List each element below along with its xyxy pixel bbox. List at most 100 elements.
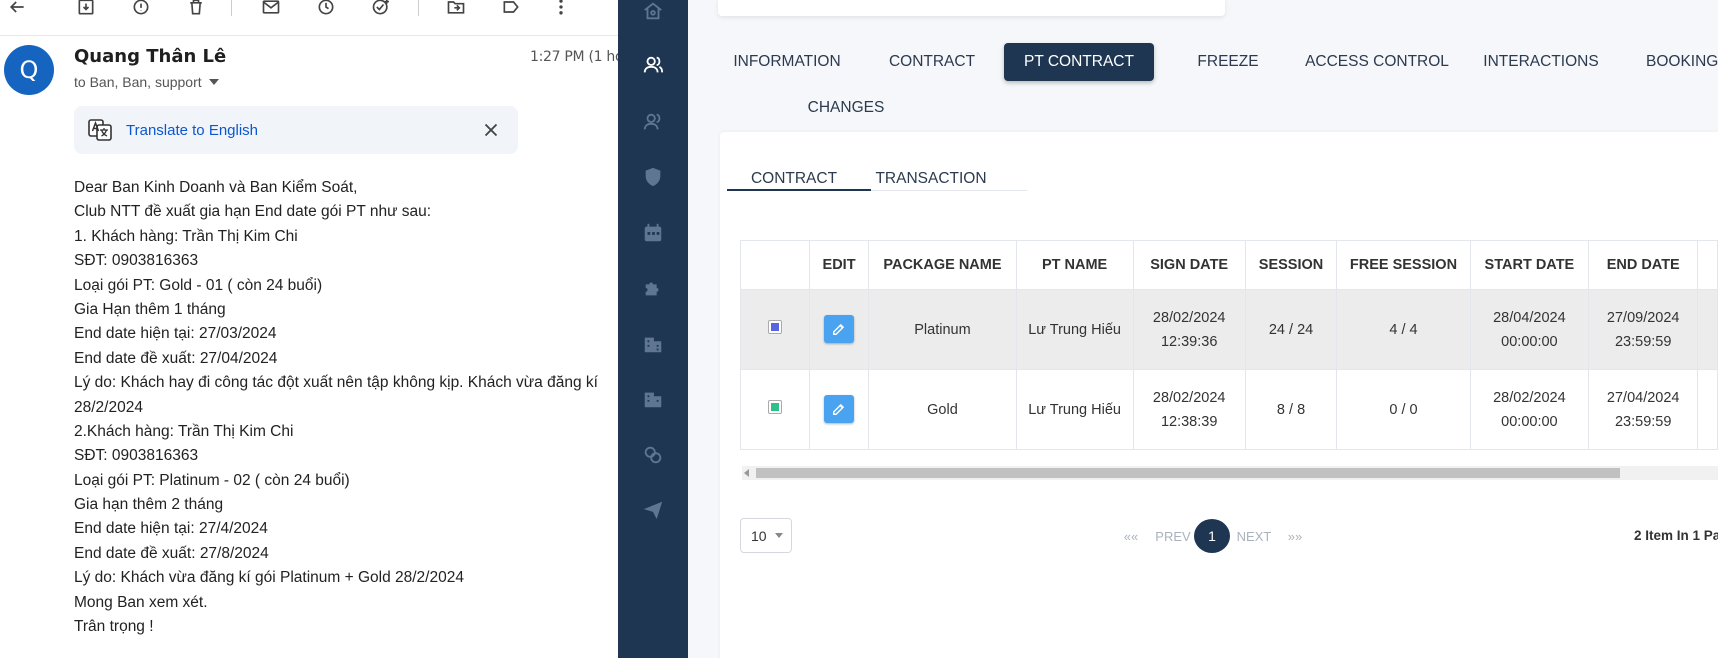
recipients[interactable]: to Ban, Ban, support bbox=[74, 74, 219, 90]
home-icon[interactable] bbox=[640, 0, 666, 24]
start-time: 00:00:00 bbox=[1501, 333, 1558, 350]
mark-unread-icon[interactable] bbox=[258, 0, 284, 20]
body-line: Lý do: Khách hay đi công tác đột xuất nê… bbox=[74, 374, 598, 392]
tab-pt-contract[interactable]: PT CONTRACT bbox=[1004, 43, 1154, 81]
body-line: End date đề xuất: 27/8/2024 bbox=[74, 544, 269, 562]
sign-date-cell: 28/02/2024 12:39:36 bbox=[1132, 289, 1246, 370]
free-session-cell: 0 / 0 bbox=[1336, 369, 1471, 450]
edit-button[interactable] bbox=[824, 395, 855, 423]
end-time: 23:59:59 bbox=[1614, 333, 1672, 350]
body-line: 1. Khách hàng: Trần Thị Kim Chi bbox=[74, 227, 298, 245]
end-time: 23:59:59 bbox=[1614, 413, 1672, 430]
col-header-pt-name[interactable]: PT NAME bbox=[1015, 240, 1134, 290]
chevron-down-icon[interactable] bbox=[208, 79, 219, 85]
tab-interactions[interactable]: INTERACTIONS bbox=[1481, 43, 1601, 81]
row-color-checkbox[interactable] bbox=[767, 319, 782, 334]
delete-icon[interactable] bbox=[183, 0, 209, 20]
body-line: Loại gói PT: Gold - 01 ( còn 24 buổi) bbox=[74, 276, 323, 294]
body-line: Gia hạn thêm 2 tháng bbox=[74, 496, 224, 514]
sender-name[interactable]: Quang Thân Lê bbox=[74, 46, 226, 67]
col-header-sign-date[interactable]: SIGN DATE bbox=[1132, 240, 1246, 290]
col-header-overflow bbox=[1697, 240, 1718, 290]
subtab-contract[interactable]: CONTRACT bbox=[750, 158, 838, 200]
col-header-end-date[interactable]: END DATE bbox=[1588, 240, 1699, 290]
staff-icon[interactable] bbox=[640, 109, 666, 135]
body-line: End date hiện tại: 27/03/2024 bbox=[74, 325, 277, 343]
color-cell[interactable] bbox=[740, 289, 810, 370]
avatar[interactable]: Q bbox=[4, 45, 54, 95]
start-date-cell: 28/04/2024 00:00:00 bbox=[1469, 289, 1590, 370]
col-header-free-session[interactable]: FREE SESSION bbox=[1336, 240, 1471, 290]
tab-information[interactable]: INFORMATION bbox=[730, 43, 844, 81]
col-header-package-name[interactable]: PACKAGE NAME bbox=[868, 240, 1017, 290]
tab-changes[interactable]: CHANGES bbox=[800, 89, 892, 127]
edit-button[interactable] bbox=[824, 315, 855, 343]
label-icon[interactable] bbox=[498, 0, 524, 20]
body-line: Trân trọng ! bbox=[74, 618, 154, 636]
move-to-icon[interactable] bbox=[443, 0, 469, 20]
email-toolbar bbox=[0, 0, 618, 36]
overflow-cell bbox=[1697, 289, 1718, 370]
body-line: Lý do: Khách vừa đăng kí gói Platinum + … bbox=[74, 569, 464, 587]
scrollbar-thumb[interactable] bbox=[756, 468, 1620, 478]
color-cell[interactable] bbox=[740, 369, 810, 450]
archive-icon[interactable] bbox=[73, 0, 99, 20]
session-cell: 24 / 24 bbox=[1244, 289, 1338, 370]
row-color-checkbox[interactable] bbox=[767, 399, 782, 414]
body-line: Dear Ban Kinh Doanh và Ban Kiểm Soát, bbox=[74, 179, 358, 196]
tab-access-control[interactable]: ACCESS CONTROL bbox=[1305, 43, 1449, 81]
edit-icon bbox=[833, 323, 845, 335]
more-vert-icon[interactable] bbox=[548, 0, 574, 20]
recipients-text: to Ban, Ban, support bbox=[74, 74, 202, 90]
shield-icon[interactable] bbox=[640, 164, 666, 190]
tab-contract[interactable]: CONTRACT bbox=[884, 43, 980, 81]
snooze-icon[interactable] bbox=[313, 0, 339, 20]
add-task-icon[interactable] bbox=[368, 0, 394, 20]
calendar-icon[interactable] bbox=[640, 220, 666, 246]
back-icon[interactable] bbox=[4, 0, 30, 20]
translate-banner: Translate to English bbox=[74, 106, 518, 154]
first-page-button[interactable]: «« bbox=[1120, 521, 1142, 551]
puzzle-icon[interactable] bbox=[640, 275, 666, 301]
current-page-button[interactable]: 1 bbox=[1194, 519, 1230, 553]
table-horizontal-scrollbar[interactable] bbox=[742, 466, 1718, 480]
col-header-edit[interactable]: EDIT bbox=[808, 240, 870, 290]
member-icon[interactable] bbox=[640, 52, 666, 78]
google-translate-icon bbox=[88, 119, 112, 141]
pt-contract-table: EDIT PACKAGE NAME PT NAME SIGN DATE SESS… bbox=[740, 240, 1718, 450]
subtab-transaction[interactable]: TRANSACTION bbox=[872, 158, 990, 200]
page-size-select[interactable]: 10 bbox=[740, 518, 792, 553]
free-session-cell: 4 / 4 bbox=[1336, 289, 1471, 370]
start-date: 28/04/2024 bbox=[1493, 309, 1566, 326]
table-row[interactable]: Platinum Lư Trung Hiếu 28/02/2024 12:39:3… bbox=[740, 289, 1718, 370]
send-icon[interactable] bbox=[640, 497, 666, 523]
building-icon[interactable] bbox=[640, 331, 666, 357]
close-icon[interactable] bbox=[480, 119, 502, 141]
table-row[interactable]: Gold Lư Trung Hiếu 28/02/2024 12:38:39 8 … bbox=[740, 369, 1718, 450]
subtab-active-indicator bbox=[727, 189, 871, 191]
prev-page-button[interactable]: PREV bbox=[1153, 521, 1193, 551]
body-line: End date đề xuất: 27/04/2024 bbox=[74, 349, 278, 367]
end-date-cell: 27/04/2024 23:59:59 bbox=[1588, 369, 1699, 450]
body-line: End date hiện tại: 27/4/2024 bbox=[74, 520, 268, 538]
col-header-color bbox=[740, 240, 810, 290]
scroll-left-arrow-icon[interactable] bbox=[744, 469, 749, 477]
email-body: Dear Ban Kinh Doanh và Ban Kiểm Soát, Cl… bbox=[74, 176, 618, 639]
body-line: Mong Ban xem xét. bbox=[74, 593, 208, 611]
toolbar-separator bbox=[418, 0, 419, 16]
next-page-button[interactable]: NEXT bbox=[1234, 521, 1274, 551]
sign-time: 12:38:39 bbox=[1160, 413, 1218, 430]
col-header-start-date[interactable]: START DATE bbox=[1469, 240, 1590, 290]
tab-freeze[interactable]: FREEZE bbox=[1183, 43, 1273, 81]
chevron-down-icon bbox=[774, 533, 783, 538]
col-header-session[interactable]: SESSION bbox=[1244, 240, 1338, 290]
report-spam-icon[interactable] bbox=[128, 0, 154, 20]
page-size-value: 10 bbox=[751, 527, 767, 544]
tab-booking[interactable]: BOOKING bbox=[1646, 43, 1718, 81]
translate-link[interactable]: Translate to English bbox=[126, 122, 258, 139]
coins-icon[interactable] bbox=[640, 442, 666, 468]
app-sidebar bbox=[618, 0, 688, 658]
color-swatch bbox=[770, 402, 779, 411]
last-page-button[interactable]: »» bbox=[1284, 521, 1306, 551]
building-alt-icon[interactable] bbox=[640, 386, 666, 412]
